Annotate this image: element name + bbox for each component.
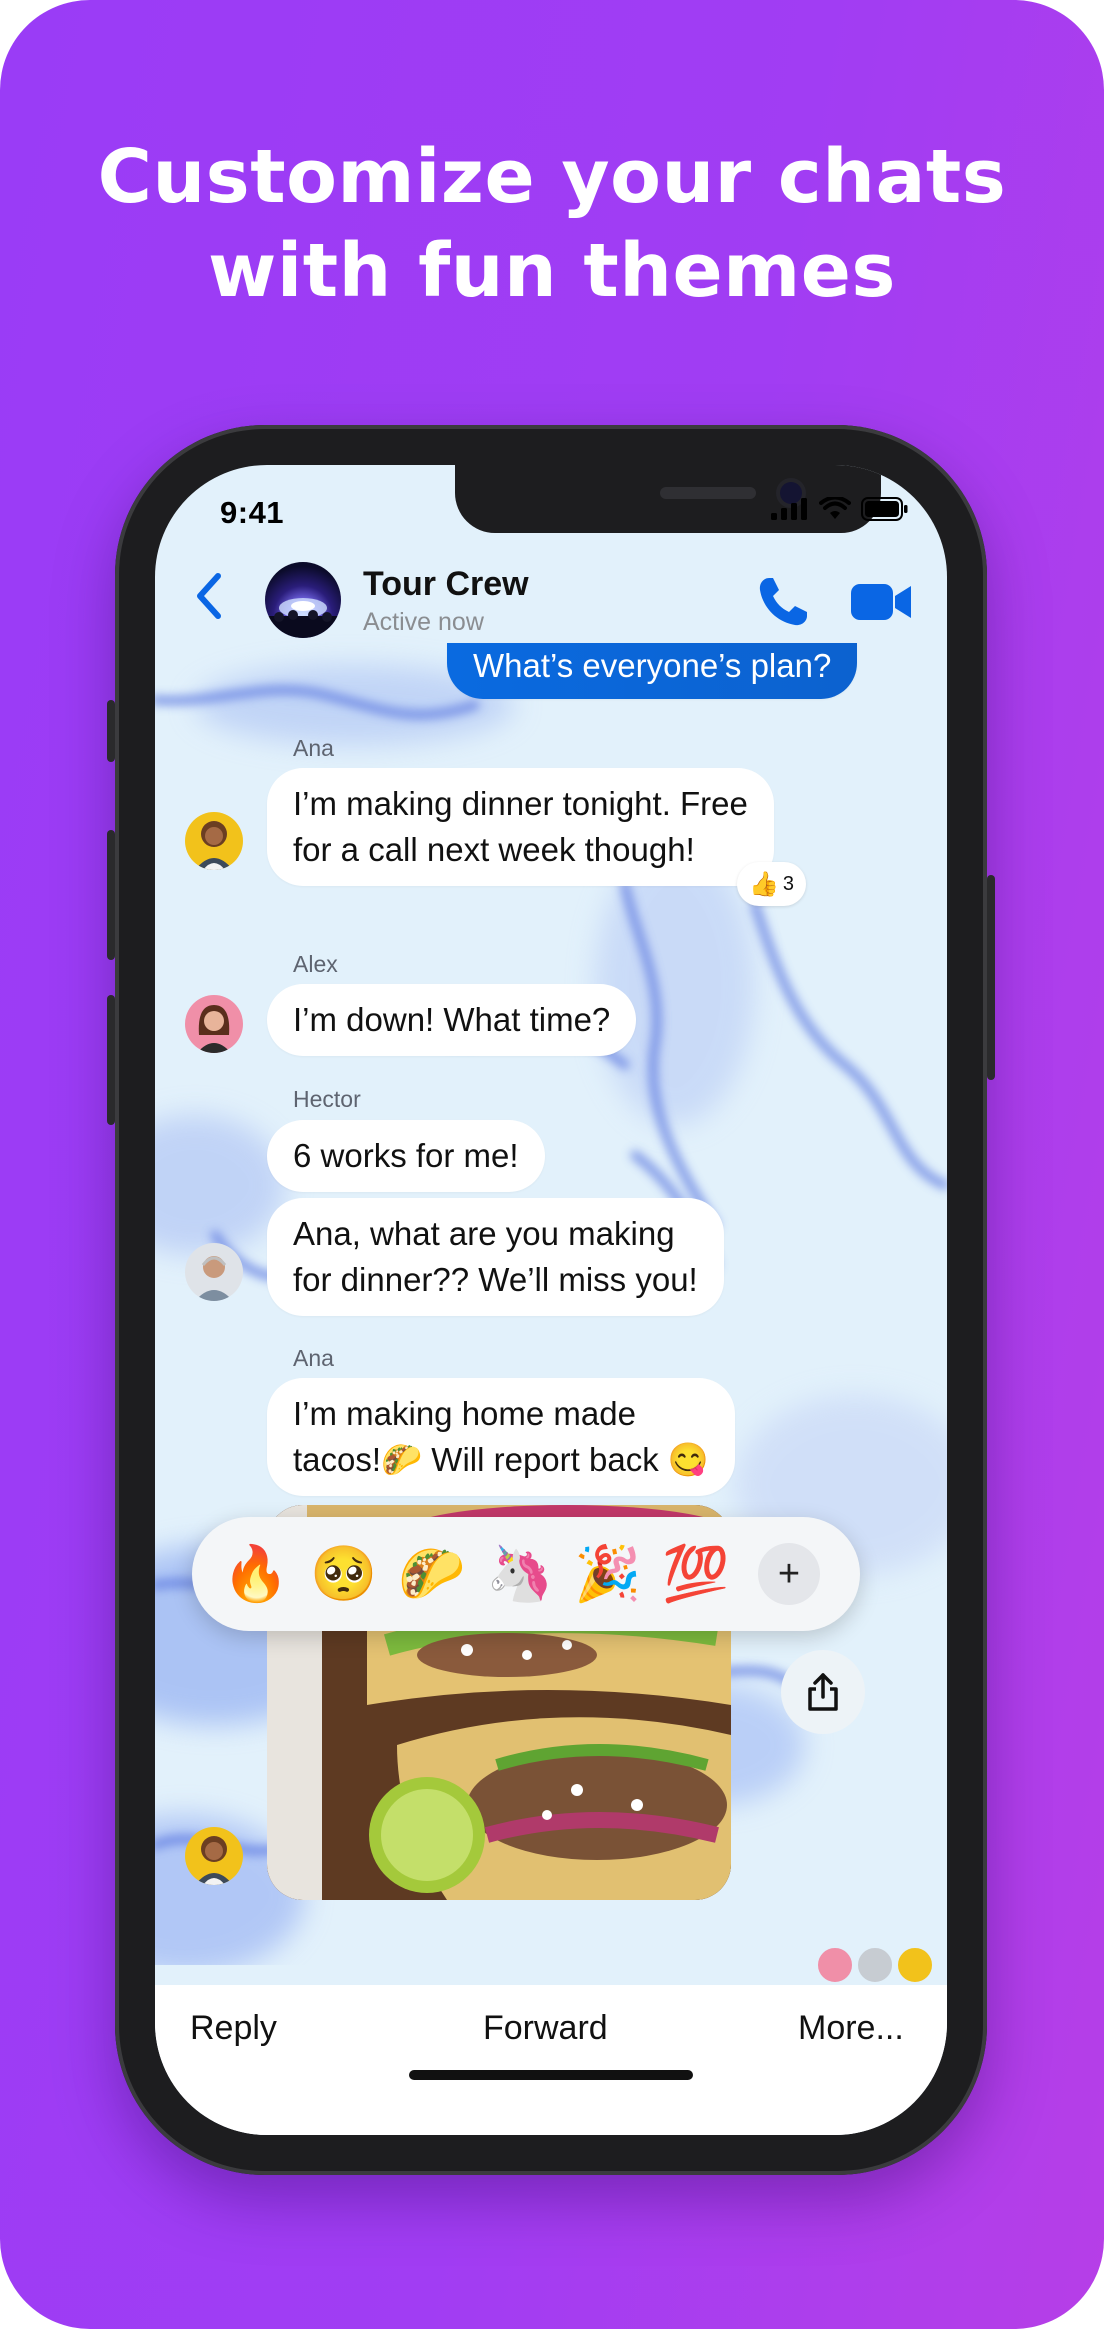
message-bubble-ana-2[interactable]: I’m making home made tacos!🌮 Will report… <box>267 1378 735 1496</box>
chat-title: Tour Crew <box>363 565 529 603</box>
sender-name-ana: Ana <box>293 735 334 761</box>
more-reactions-plus-icon[interactable]: + <box>758 1543 820 1605</box>
cellular-signal-icon <box>771 498 807 520</box>
sender-name-alex: Alex <box>293 951 338 977</box>
group-avatar[interactable] <box>265 562 341 638</box>
reply-button[interactable]: Reply <box>190 2009 277 2048</box>
promo-headline: Customize your chats with fun themes <box>0 130 1104 318</box>
read-receipt-avatar-ana <box>895 1945 935 1985</box>
message-line: tacos!🌮 Will report back 😋 <box>293 1441 709 1478</box>
reaction-badge[interactable]: 👍 3 <box>737 862 807 906</box>
thumbs-up-icon: 👍 <box>749 870 779 898</box>
pleading-face-emoji-icon[interactable]: 🥺 <box>310 1542 377 1606</box>
hundred-points-emoji-icon[interactable]: 💯 <box>662 1542 729 1606</box>
forward-button[interactable]: Forward <box>483 2009 608 2048</box>
status-icons <box>771 497 909 521</box>
message-bubble-alex[interactable]: I’m down! What time? <box>267 984 637 1056</box>
battery-icon <box>861 497 908 521</box>
avatar-ana[interactable] <box>185 1827 243 1885</box>
avatar-hector[interactable] <box>185 1243 243 1301</box>
chat-status: Active now <box>363 608 484 636</box>
read-receipt-avatar-hector <box>855 1945 895 1985</box>
sender-name-hector: Hector <box>293 1086 361 1112</box>
unicorn-emoji-icon[interactable]: 🦄 <box>486 1542 553 1606</box>
mute-switch <box>107 700 115 762</box>
read-receipt-avatar-alex <box>815 1945 855 1985</box>
more-button[interactable]: More... <box>798 2009 904 2048</box>
phone-frame: 9:41 Tour Crew Active now What’s everyon… <box>107 425 995 2175</box>
back-chevron-icon[interactable] <box>190 568 230 624</box>
power-button <box>987 875 995 1080</box>
fire-emoji-icon[interactable]: 🔥 <box>222 1542 289 1606</box>
emoji-reaction-bar: 🔥 🥺 🌮 🦄 🎉 💯 + <box>192 1517 860 1631</box>
share-button[interactable] <box>781 1650 865 1734</box>
sender-name-ana: Ana <box>293 1345 334 1371</box>
home-indicator[interactable] <box>409 2070 693 2080</box>
phone-call-icon[interactable] <box>755 574 811 630</box>
headline-line-2: with fun themes <box>208 228 896 314</box>
promo-card: Customize your chats with fun themes 9:4… <box>0 0 1104 2329</box>
message-bubble-hector-1[interactable]: 6 works for me! <box>267 1120 545 1192</box>
message-line: I’m making home made <box>293 1395 636 1432</box>
phone-screen: 9:41 Tour Crew Active now What’s everyon… <box>155 465 947 2135</box>
message-line: I’m making dinner tonight. Free <box>293 785 748 822</box>
volume-down-button <box>107 995 115 1125</box>
volume-up-button <box>107 830 115 960</box>
message-line: Ana, what are you making <box>293 1215 675 1252</box>
avatar-alex[interactable] <box>185 995 243 1053</box>
wifi-icon <box>819 497 851 519</box>
message-bubble-ana-1[interactable]: I’m making dinner tonight. Free for a ca… <box>267 768 774 886</box>
my-message-bubble[interactable]: What’s everyone’s plan? <box>447 643 858 699</box>
avatar-ana[interactable] <box>185 812 243 870</box>
reaction-count: 3 <box>782 872 795 895</box>
party-popper-emoji-icon[interactable]: 🎉 <box>574 1542 641 1606</box>
message-action-sheet: Reply Forward More... <box>155 1985 947 2135</box>
taco-emoji-icon[interactable]: 🌮 <box>398 1542 465 1606</box>
video-call-icon[interactable] <box>851 578 913 626</box>
status-time: 9:41 <box>220 495 285 530</box>
message-line: for a call next week though! <box>293 831 695 868</box>
earpiece-speaker <box>660 487 756 499</box>
share-icon <box>808 1673 838 1711</box>
message-bubble-hector-2[interactable]: Ana, what are you making for dinner?? We… <box>267 1198 724 1316</box>
message-line: for dinner?? We’ll miss you! <box>293 1261 698 1298</box>
headline-line-1: Customize your chats <box>97 134 1007 220</box>
